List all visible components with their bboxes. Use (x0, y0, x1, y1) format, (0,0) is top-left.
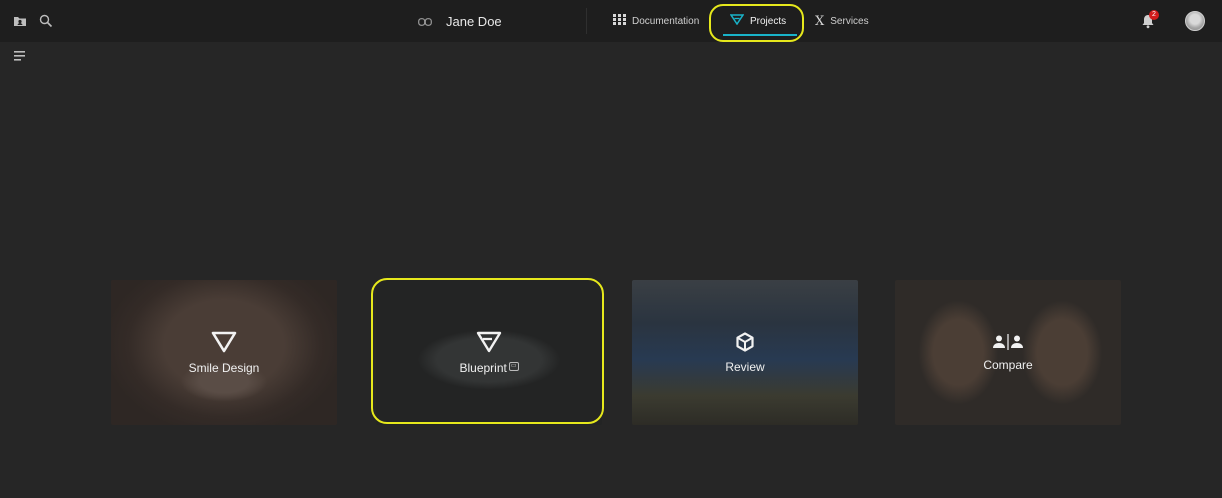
card-review[interactable]: Review (632, 280, 858, 425)
card-smile-design[interactable]: Smile Design (111, 280, 337, 425)
card-blueprint[interactable]: Blueprint ▭ (376, 280, 602, 425)
cube-icon (736, 331, 754, 352)
active-tab-underline (723, 34, 797, 36)
sigma-icon: Χ (815, 13, 825, 29)
nav-services[interactable]: Χ Services (815, 0, 869, 42)
beta-icon: ▭ (508, 361, 519, 371)
compare-persons-icon (993, 333, 1023, 350)
grid-icon (613, 14, 626, 28)
card-compare-label: Compare (983, 357, 1033, 372)
patient-selector[interactable]: Jane Doe (418, 0, 502, 42)
patient-name: Jane Doe (446, 13, 502, 29)
menu-icon[interactable] (14, 48, 28, 61)
nav-services-label: Services (830, 15, 869, 27)
card-blueprint-label-wrap: Blueprint ▭ (459, 360, 519, 375)
notifications-button[interactable]: 2 (1141, 10, 1159, 29)
app-window: Jane Doe Documentation Projects Χ Servic… (0, 0, 1222, 498)
blueprint-logo-icon (476, 331, 502, 352)
triangle-down-icon (211, 331, 237, 352)
link-icon (418, 14, 432, 29)
header-divider (586, 8, 587, 34)
nav-projects-label: Projects (750, 15, 787, 27)
patient-folder-icon[interactable] (10, 11, 30, 31)
card-review-label: Review (725, 359, 765, 374)
search-icon[interactable] (36, 11, 56, 31)
card-compare[interactable]: Compare (895, 280, 1121, 425)
user-avatar[interactable] (1185, 11, 1205, 31)
card-blueprint-label: Blueprint (459, 360, 507, 375)
nav-documentation-label: Documentation (632, 15, 700, 27)
projects-logo-icon (729, 14, 745, 28)
card-smile-design-label: Smile Design (188, 360, 260, 375)
top-bar: Jane Doe Documentation Projects Χ Servic… (0, 0, 1222, 42)
nav-documentation[interactable]: Documentation (613, 0, 699, 42)
notifications-badge: 2 (1149, 10, 1159, 20)
